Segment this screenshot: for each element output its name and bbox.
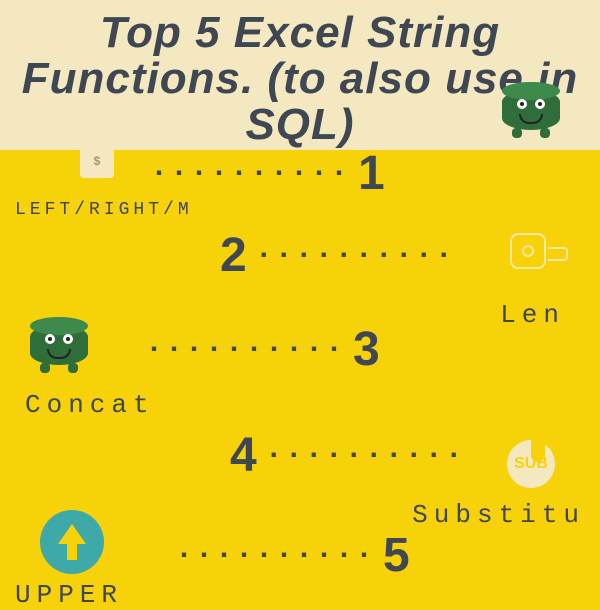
label-left-right: LEFT/RIGHT/M [15, 200, 193, 220]
label-concat: Concat [25, 390, 155, 420]
dots: ·········· [265, 439, 465, 473]
database-character-icon [30, 325, 88, 365]
number-3: 3 [353, 322, 380, 377]
dots: ·········· [255, 239, 455, 273]
label-substitute: Substitu [412, 500, 585, 530]
dollar-badge-icon: $ [80, 144, 114, 178]
sub-circle-icon: SUB [507, 440, 555, 488]
label-len: Len [500, 300, 565, 330]
database-character-icon [502, 90, 560, 130]
row-4: 4 ·········· [230, 428, 465, 483]
row-3: ·········· 3 [145, 322, 380, 377]
tape-measure-icon [510, 225, 570, 275]
up-arrow-circle-icon [40, 510, 104, 574]
page-title: Top 5 Excel String Functions. (to also u… [20, 10, 580, 149]
label-upper: UPPER [15, 580, 123, 610]
number-1: 1 [358, 146, 385, 201]
dots: ·········· [175, 539, 375, 573]
number-2: 2 [220, 228, 247, 283]
content: $ ·········· 1 LEFT/RIGHT/M 2 ··········… [0, 150, 600, 600]
number-5: 5 [383, 528, 410, 583]
dots: ·········· [150, 157, 350, 191]
number-4: 4 [230, 428, 257, 483]
row-1: ·········· 1 [150, 146, 385, 201]
row-5: ·········· 5 [175, 528, 410, 583]
header: Top 5 Excel String Functions. (to also u… [0, 0, 600, 150]
dots: ·········· [145, 333, 345, 367]
row-2: 2 ·········· [220, 228, 455, 283]
